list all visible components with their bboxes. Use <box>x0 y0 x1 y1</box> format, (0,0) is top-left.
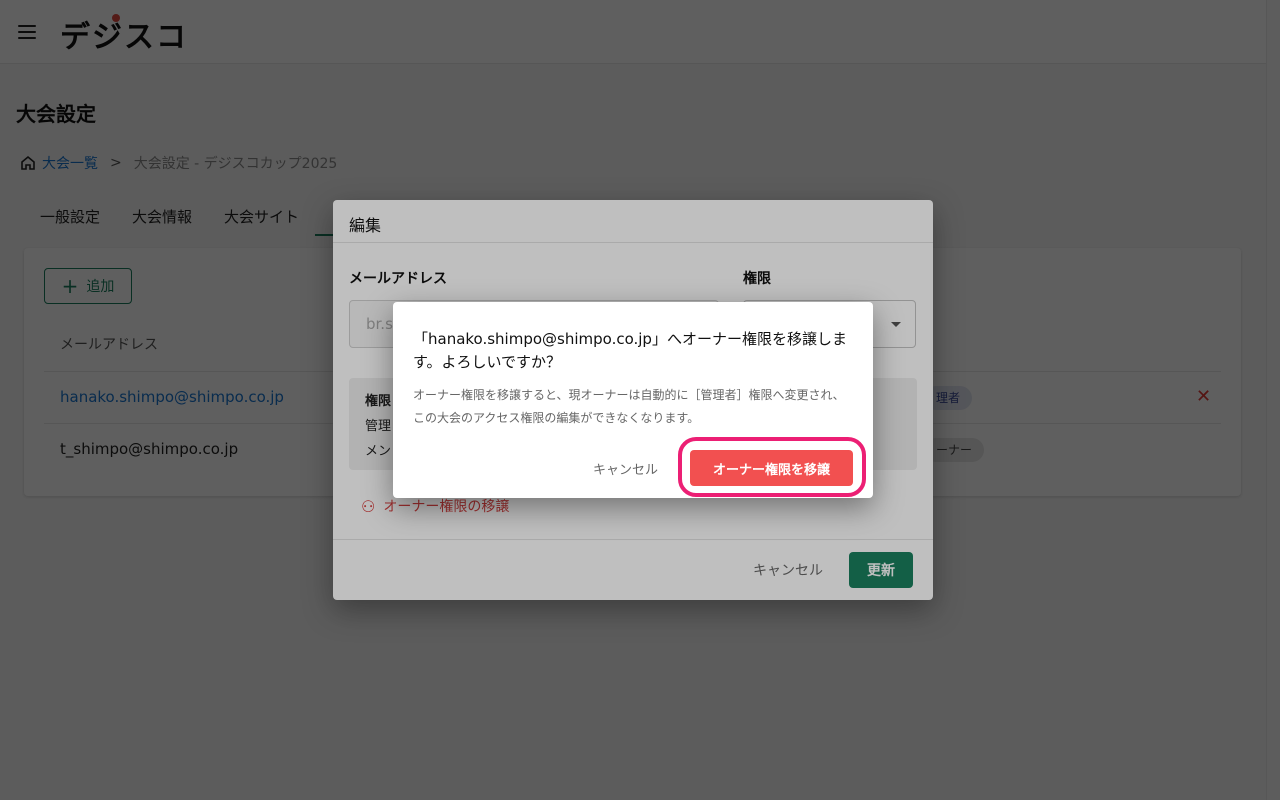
confirm-dialog-title: 「hanako.shimpo@shimpo.co.jp」へオーナー権限を移譲しま… <box>413 330 847 371</box>
confirm-cancel-button[interactable]: キャンセル <box>593 459 658 478</box>
confirm-dialog-body: オーナー権限を移譲すると、現オーナーは自動的に［管理者］権限へ変更され、この大会… <box>413 388 845 425</box>
confirm-transfer-dialog: 「hanako.shimpo@shimpo.co.jp」へオーナー権限を移譲しま… <box>393 302 873 498</box>
confirm-transfer-button[interactable]: オーナー権限を移譲 <box>690 450 853 486</box>
